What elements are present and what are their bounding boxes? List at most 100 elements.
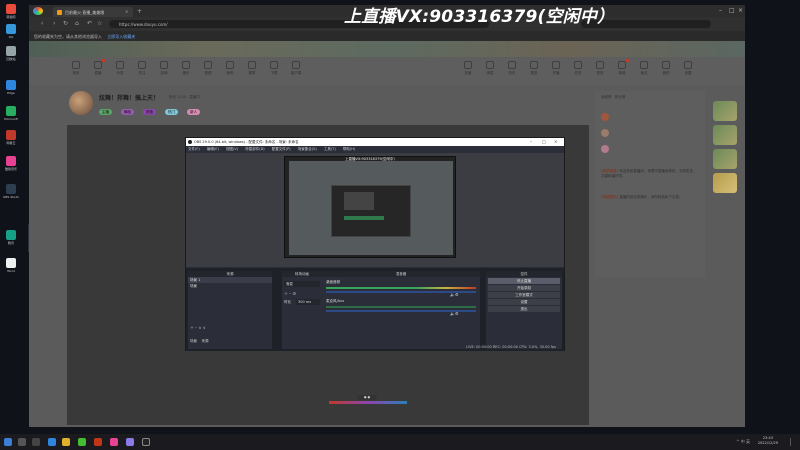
reward-icon[interactable] [713,173,737,193]
obs-canvas: 上直播VX:903316379(空闲中） [284,156,456,258]
nav-item[interactable]: 更多 [523,61,545,76]
nav-item[interactable]: 充值 [457,61,479,76]
settings-button[interactable]: 设置 [488,299,560,305]
tab-close-icon[interactable]: × [125,9,128,14]
edge-icon[interactable] [48,438,56,446]
speaker-icon[interactable]: 🔈⚙ [450,311,459,316]
nav-item[interactable]: 任务 [567,61,589,76]
browser-logo-icon [33,7,43,15]
desktop-icon[interactable]: 网易云 [3,130,19,145]
nav-item[interactable]: 客户端 [285,61,307,76]
gift-icon[interactable] [713,101,737,121]
obs-preview[interactable]: 上直播VX:903316379(空闲中） [186,153,564,267]
nav-item[interactable]: 直播 [87,59,109,76]
obs-menu-item[interactable]: 帮助(H) [343,147,355,151]
refresh-icon[interactable]: ↻ [63,20,68,27]
music-icon[interactable] [110,438,118,446]
close-icon[interactable]: × [738,7,743,14]
desktop-icon[interactable]: 韩惯吧 [3,4,19,19]
nav-item[interactable]: 首页 [65,61,87,76]
nav-item[interactable]: 娱乐 [175,61,197,76]
star-icon[interactable]: ☆ [97,20,102,27]
app-icon[interactable] [94,438,102,446]
chat-app-icon[interactable] [126,438,134,446]
nav-item[interactable]: 视频 [197,61,219,76]
streamer-tag[interactable]: 主播 [99,109,112,115]
speaker-icon[interactable]: 🔈⚙ [450,292,459,297]
nav-item[interactable]: 赛事 [241,61,263,76]
transition-select[interactable]: 渐变 [284,281,320,287]
obs-maximize-icon[interactable]: □ [542,139,546,144]
streamer-tag[interactable]: 颜值 [143,109,156,115]
show-desktop-button[interactable] [790,438,796,446]
windows-start-icon[interactable] [4,438,12,446]
streamer-tag[interactable]: 舞蹈 [121,109,134,115]
import-bookmarks-link[interactable]: 立即导入收藏夹 [107,34,135,39]
obs-menu-item[interactable]: 编辑(E) [207,147,219,151]
search-icon[interactable] [18,438,26,446]
streamer-tag[interactable]: 热门 [165,109,178,115]
nav-item[interactable]: 下载 [263,61,285,76]
clock[interactable]: 23:43 2022/12/29 [758,436,778,446]
stop-streaming-button[interactable]: 停止直播 [488,278,560,284]
desktop-icon[interactable]: Word [3,258,19,273]
streamer-tag[interactable]: 新人 [187,109,200,115]
obs-taskbar-icon[interactable] [142,438,150,446]
obs-close-icon[interactable]: × [554,139,557,144]
nav-item[interactable]: 我的 [655,61,677,76]
obs-menu-item[interactable]: 工具(T) [324,147,336,151]
obs-menu-item[interactable]: 场景集合(S) [298,147,317,151]
obs-menu-item[interactable]: 配置文件(P) [272,147,291,151]
desktop-icon[interactable]: QQ [3,24,19,39]
obs-menu-item[interactable]: 停靠部件(D) [245,147,264,151]
minimize-icon[interactable]: – [719,7,722,14]
event-icon[interactable] [713,125,737,145]
undo-icon[interactable]: ↶ [87,20,92,27]
desktop-icon[interactable]: Edge [3,80,19,95]
nav-item[interactable]: 开播 [545,61,567,76]
avatar[interactable] [69,91,93,115]
desktop-icon[interactable]: 酷我音乐 [3,156,19,171]
duration-input[interactable]: 300 ms [296,299,320,305]
nav-item[interactable]: 鱼吧 [219,61,241,76]
video-control-overlay[interactable]: ● ● [329,395,407,405]
nav-item[interactable]: 鱼丸 [633,61,655,76]
nav-item[interactable]: 关注 [131,61,153,76]
system-tray[interactable]: ^ 中 英 [736,439,750,445]
desktop-icon[interactable]: 回收站 [3,46,19,61]
desktop-icon[interactable]: 腾讯 [3,230,19,245]
scene-item[interactable]: 场景 [188,283,272,289]
home-icon[interactable]: ⌂ [75,20,79,27]
desktop-icon[interactable]: Microsoft [3,106,19,121]
nav-item[interactable]: 商城 [611,59,633,76]
nav-item[interactable]: 消息 [479,61,501,76]
nav-label: 鱼吧 [226,71,234,75]
forward-icon[interactable]: › [53,20,55,27]
browser-tab[interactable]: 目前最火·直播_美美眼 [53,7,133,17]
browser-icon[interactable] [78,438,86,446]
nav-item[interactable]: 设置 [677,61,699,76]
new-tab-button[interactable]: + [137,8,142,15]
folder-icon[interactable] [62,438,70,446]
scene-add-remove[interactable]: ＋ – ∧ ∨ [190,325,206,331]
progress-bar[interactable] [329,401,407,404]
nav-item[interactable]: 分类 [109,61,131,76]
studio-mode-button[interactable]: 工作室模式 [488,292,560,298]
activity-icon[interactable] [713,149,737,169]
start-recording-button[interactable]: 开始录制 [488,285,560,291]
video-player[interactable]: OBS 29.0.0 (64-bit, windows) - 配置文件: 未命名… [67,125,589,425]
exit-button[interactable]: 退出 [488,306,560,312]
rank-tab[interactable]: 粉丝榜 [615,95,626,99]
desktop-icon[interactable]: OBS Studio [3,184,19,199]
task-view-icon[interactable] [32,438,40,446]
maximize-icon[interactable]: □ [729,7,735,14]
nav-item[interactable]: 历史 [501,61,523,76]
nav-item[interactable]: 签到 [589,61,611,76]
obs-minimize-icon[interactable]: – [530,139,532,144]
obs-menu-item[interactable]: 视图(V) [226,147,238,151]
rank-tab[interactable]: 贡献榜 [601,95,612,99]
back-icon[interactable]: ‹ [41,20,43,27]
transition-add-remove[interactable]: ＋ – ⚙ [284,291,296,297]
obs-menu-item[interactable]: 文件(F) [188,147,200,151]
nav-item[interactable]: 游戏 [153,61,175,76]
